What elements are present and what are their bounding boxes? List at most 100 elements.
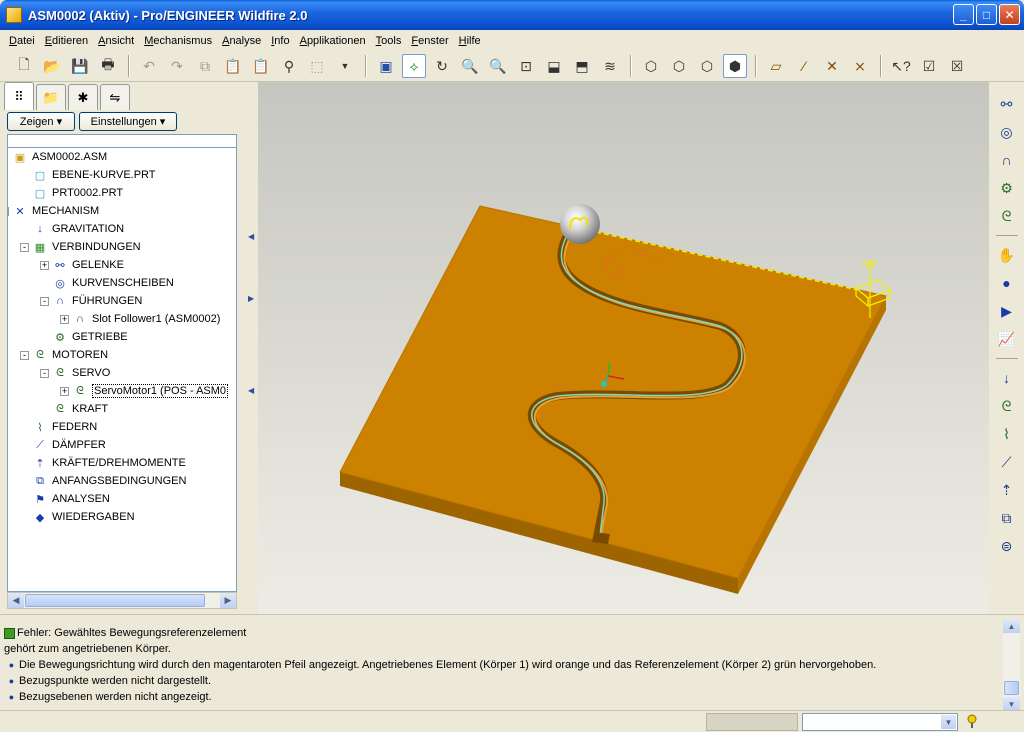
follower-sphere[interactable] xyxy=(560,204,600,244)
menu-hilfe[interactable]: Hilfe xyxy=(454,35,486,47)
no-hidden-icon[interactable]: ⬡ xyxy=(695,54,719,78)
expand-icon[interactable]: + xyxy=(40,260,49,270)
coordinate-systems-icon[interactable]: ⨯ xyxy=(848,54,872,78)
force-motor-icon[interactable]: ᘓ xyxy=(994,393,1020,419)
saved-views-icon[interactable]: ⬒ xyxy=(570,54,594,78)
expand-arrow-icon[interactable]: ▶ xyxy=(248,294,254,310)
settings-dropdown[interactable]: Einstellungen ▾ xyxy=(79,112,177,131)
measure-graph-icon[interactable]: 📈 xyxy=(994,326,1020,352)
menu-ansicht[interactable]: Ansicht xyxy=(93,35,139,47)
filter-combo[interactable]: ▼ xyxy=(802,713,958,731)
menu-analyse[interactable]: Analyse xyxy=(217,35,266,47)
slot-connection-icon[interactable]: ∩ xyxy=(994,147,1020,173)
scroll-down-icon[interactable]: ▼ xyxy=(1003,697,1020,711)
scroll-right-icon[interactable]: ▶ xyxy=(220,593,236,608)
reorient-icon[interactable]: ⬓ xyxy=(542,54,566,78)
print-icon[interactable]: 🖶 xyxy=(96,54,120,78)
find-binoculars-icon[interactable]: ⚲ xyxy=(277,54,301,78)
force-torque-icon[interactable]: ⇡ xyxy=(994,477,1020,503)
menu-mechanismus[interactable]: Mechanismus xyxy=(139,35,217,47)
collapse-icon[interactable]: - xyxy=(40,296,49,306)
refit-icon[interactable]: ⊡ xyxy=(514,54,538,78)
tree-item[interactable]: + ᘓ ServoMotor1 (POS - ASM0 xyxy=(60,382,229,400)
tree-item[interactable]: ⚙ GETRIEBE xyxy=(52,328,128,346)
menu-tools[interactable]: Tools xyxy=(371,35,407,47)
layers-icon[interactable]: ≋ xyxy=(598,54,622,78)
gear-pair-icon[interactable]: ⚙ xyxy=(994,175,1020,201)
graphics-window[interactable] xyxy=(258,82,989,614)
undo-icon[interactable]: ↶ xyxy=(137,54,161,78)
paste-special-icon[interactable]: 📋 xyxy=(249,54,273,78)
hidden-line-icon[interactable]: ⬡ xyxy=(667,54,691,78)
tree-item[interactable]: ◎ KURVENSCHEIBEN xyxy=(52,274,174,292)
tree-item[interactable]: - ▦ VERBINDUNGEN xyxy=(20,238,141,256)
snapshot-dot-icon[interactable]: ● xyxy=(994,270,1020,296)
collapse-icon[interactable]: - xyxy=(40,368,49,378)
title-bar[interactable]: ASM0002 (Aktiv) - Pro/ENGINEER Wildfire … xyxy=(0,0,1024,30)
panel-splitter[interactable]: ◀ ▶ ◀ xyxy=(244,82,258,614)
zoom-in-icon[interactable]: 🔍 xyxy=(458,54,482,78)
show-dropdown[interactable]: Zeigen ▾ xyxy=(7,112,75,131)
tree-item[interactable]: ◆ WIEDERGABEN xyxy=(32,508,135,526)
tab-model-tree[interactable]: ⠿ xyxy=(4,82,34,110)
drag-hand-icon[interactable]: ✋ xyxy=(994,242,1020,268)
menu-applikationen[interactable]: Applikationen xyxy=(295,35,371,47)
open-folder-icon[interactable]: 📂 xyxy=(40,54,64,78)
maximize-button[interactable]: □ xyxy=(976,4,997,25)
collapse-icon[interactable]: - xyxy=(8,206,9,216)
tab-favorites[interactable]: ✱ xyxy=(68,84,98,110)
scroll-up-icon[interactable]: ▲ xyxy=(1003,619,1020,633)
tree-item[interactable]: - ᘓ MOTOREN xyxy=(20,346,108,364)
collapse-icon[interactable]: - xyxy=(20,350,29,360)
tree-item[interactable]: + ⚯ GELENKE xyxy=(40,256,124,274)
close-window-icon[interactable]: ☒ xyxy=(945,54,969,78)
damper-icon[interactable]: ⟋ xyxy=(994,449,1020,475)
tree-item[interactable]: ᘓ KRAFT xyxy=(52,400,108,418)
select-box-icon[interactable]: ⬚ xyxy=(305,54,329,78)
chevron-down-icon[interactable]: ▼ xyxy=(941,715,956,729)
select-dropdown-icon[interactable]: ▼ xyxy=(333,54,357,78)
menu-fenster[interactable]: Fenster xyxy=(406,35,453,47)
tab-folder-browser[interactable]: 📁 xyxy=(36,84,66,110)
tree-item[interactable]: ▢ EBENE-KURVE.PRT xyxy=(32,166,156,184)
tree-horizontal-scrollbar[interactable]: ◀ ▶ xyxy=(7,592,237,609)
tree-item[interactable]: - ᘓ SERVO xyxy=(40,364,110,382)
scroll-left-icon[interactable]: ◀ xyxy=(8,593,24,608)
confirm-window-icon[interactable]: ☑ xyxy=(917,54,941,78)
close-button[interactable]: ✕ xyxy=(999,4,1020,25)
menu-datei[interactable]: Datei xyxy=(4,35,40,47)
redo-icon[interactable]: ↷ xyxy=(165,54,189,78)
spin-center-icon[interactable]: ⟡ xyxy=(402,54,426,78)
orient-mode-icon[interactable]: ↻ xyxy=(430,54,454,78)
cam-connection-icon[interactable]: ◎ xyxy=(994,119,1020,145)
menu-info[interactable]: Info xyxy=(266,35,294,47)
tree-item[interactable]: ⌇ FEDERN xyxy=(32,418,97,436)
minimize-button[interactable]: _ xyxy=(953,4,974,25)
tab-connections[interactable]: ⇋ xyxy=(100,84,130,110)
tree-item[interactable]: + ∩ Slot Follower1 (ASM0002) xyxy=(60,310,220,328)
gravity-icon[interactable]: ↓ xyxy=(994,365,1020,391)
datum-axes-icon[interactable]: ⁄ xyxy=(792,54,816,78)
collapse-arrow-icon[interactable]: ◀ xyxy=(248,232,254,248)
tree-item[interactable]: - ∩ FÜHRUNGEN xyxy=(40,292,142,310)
tree-item[interactable]: ▣ ASM0002.ASM xyxy=(12,148,107,166)
scroll-thumb[interactable] xyxy=(1004,681,1019,695)
expand-icon[interactable]: + xyxy=(60,314,69,324)
tree-item[interactable]: -✕ MECHANISM xyxy=(8,202,99,220)
mechanism-joint-icon[interactable]: ⚯ xyxy=(994,91,1020,117)
tree-item[interactable]: ⇡ KRÄFTE/DREHMOMENTE xyxy=(32,454,185,472)
zoom-out-icon[interactable]: 🔍 xyxy=(486,54,510,78)
tree-item[interactable]: ⚑ ANALYSEN xyxy=(32,490,110,508)
context-help-icon[interactable]: ↖? xyxy=(889,54,913,78)
expand-icon[interactable]: + xyxy=(60,386,69,396)
save-icon[interactable]: 💾 xyxy=(68,54,92,78)
spring-icon[interactable]: ⌇ xyxy=(994,421,1020,447)
menu-editieren[interactable]: Editieren xyxy=(40,35,93,47)
tree-item[interactable]: ↓ GRAVITATION xyxy=(32,220,124,238)
initial-conditions-icon[interactable]: ⧉ xyxy=(994,505,1020,531)
paste-icon[interactable]: 📋 xyxy=(221,54,245,78)
new-file-icon[interactable]: 🗋 xyxy=(12,54,36,78)
servo-motor-icon[interactable]: ᘓ xyxy=(994,203,1020,229)
shading-icon[interactable]: ⬢ xyxy=(723,54,747,78)
tree-item[interactable]: ▢ PRT0002.PRT xyxy=(32,184,123,202)
